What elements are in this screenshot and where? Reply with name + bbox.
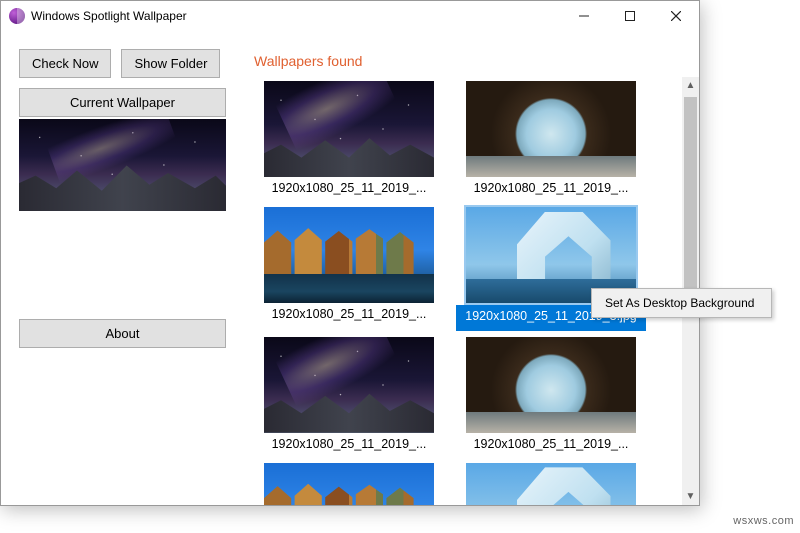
wallpaper-thumbnail[interactable] [264,81,434,177]
wallpaper-item[interactable]: 1920x1080_25_11_2019_... [456,81,646,201]
context-menu: Set As Desktop Background [591,288,772,318]
scrollbar-thumb[interactable] [684,97,697,297]
wallpaper-filename[interactable]: 1920x1080_25_11_2019_... [254,179,444,201]
wallpaper-thumbnail[interactable] [264,207,434,303]
wallpaper-thumbnail[interactable] [466,463,636,505]
menu-set-desktop-background[interactable]: Set As Desktop Background [595,292,768,314]
wallpaper-item[interactable]: 1920x1080_25_11_2019_... [254,337,444,457]
show-folder-button[interactable]: Show Folder [121,49,220,78]
close-button[interactable] [653,1,699,31]
wallpaper-thumbnail[interactable] [264,463,434,505]
gallery-heading: Wallpapers found [244,31,699,77]
wallpaper-filename[interactable]: 1920x1080_25_11_2019_... [254,305,444,327]
window-title: Windows Spotlight Wallpaper [31,9,187,23]
scroll-up-icon[interactable]: ▲ [682,77,699,94]
wallpaper-thumbnail[interactable] [466,81,636,177]
wallpaper-thumbnail[interactable] [466,337,636,433]
wallpaper-item[interactable]: 1920x1080_25_11_2019_... [456,337,646,457]
wallpaper-thumbnail[interactable] [264,337,434,433]
watermark: wsxws.com [733,515,794,527]
current-wallpaper-preview [19,119,226,211]
about-button[interactable]: About [19,319,226,348]
wallpaper-item[interactable]: 1920x1080_25_11_2019_... [254,207,444,331]
wallpaper-item[interactable] [456,463,646,505]
wallpaper-item[interactable]: 1920x1080_25_11_2019_... [254,81,444,201]
wallpaper-filename[interactable]: 1920x1080_25_11_2019_... [254,435,444,457]
app-window: Windows Spotlight Wallpaper Check Now Sh… [0,0,700,506]
current-wallpaper-button[interactable]: Current Wallpaper [19,88,226,117]
app-icon [9,8,25,24]
wallpaper-filename[interactable]: 1920x1080_25_11_2019_... [456,179,646,201]
titlebar: Windows Spotlight Wallpaper [1,1,699,31]
sidebar: Check Now Show Folder Current Wallpaper … [1,31,244,505]
check-now-button[interactable]: Check Now [19,49,111,78]
wallpaper-item[interactable] [254,463,444,505]
maximize-button[interactable] [607,1,653,31]
minimize-button[interactable] [561,1,607,31]
scroll-down-icon[interactable]: ▼ [682,488,699,505]
wallpaper-filename[interactable]: 1920x1080_25_11_2019_... [456,435,646,457]
